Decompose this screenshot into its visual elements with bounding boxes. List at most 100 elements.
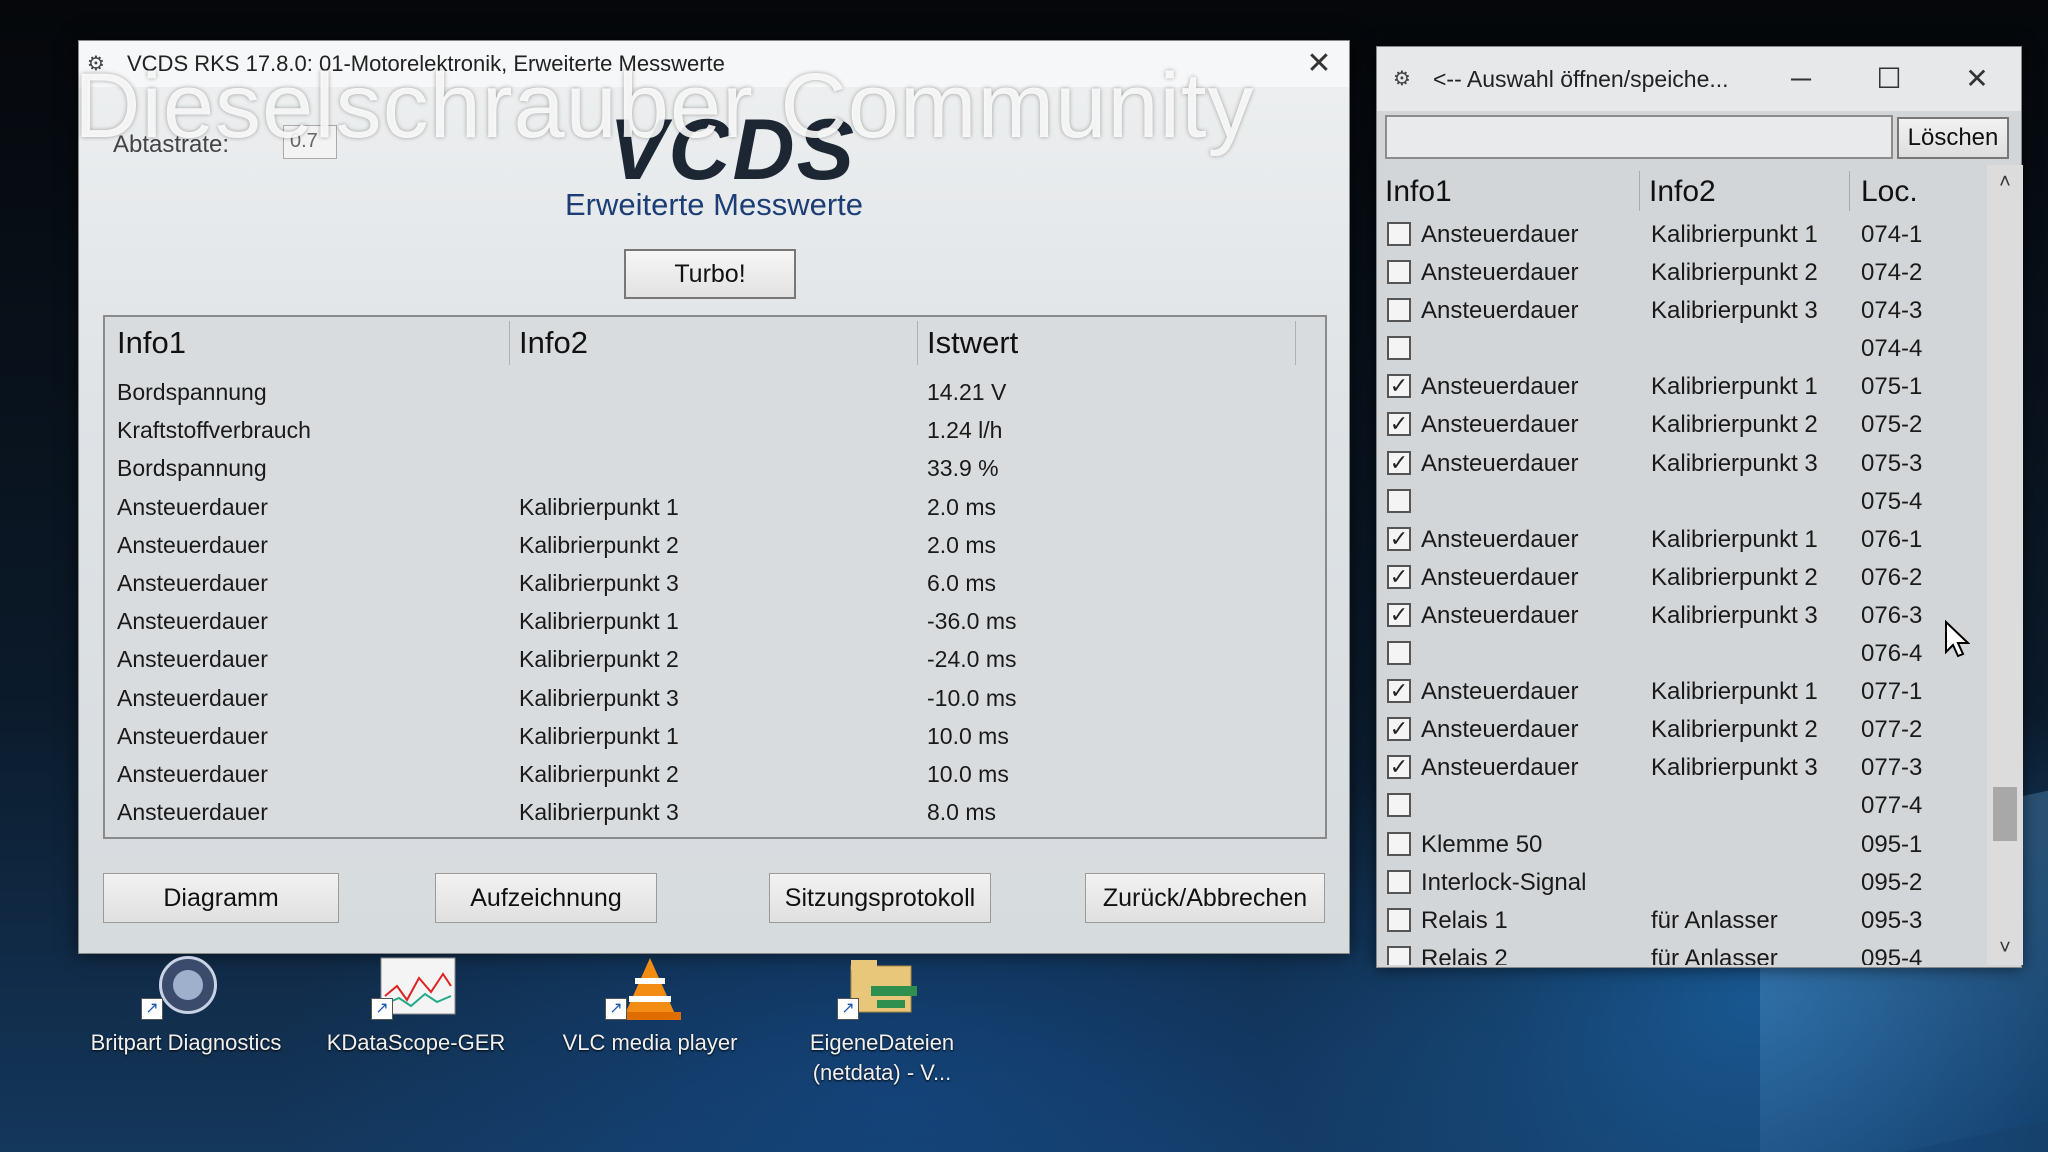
checkbox-unchecked[interactable]	[1387, 945, 1411, 965]
item-info1: Ansteuerdauer	[1421, 373, 1579, 401]
selection-window: ⚙ <-- Auswahl öffnen/speiche... ─ ☐ ✕ Lö…	[1376, 46, 2023, 968]
list-item[interactable]: ✓ Ansteuerdauer Kalibrierpunkt 2 076-2	[1377, 558, 2001, 596]
maximize-icon[interactable]: ☐	[1845, 47, 1933, 111]
chevron-down-icon[interactable]: ˅	[1987, 931, 2023, 965]
checkbox-checked[interactable]: ✓	[1387, 755, 1411, 780]
list-item[interactable]: Ansteuerdauer Kalibrierpunkt 3 074-3	[1377, 291, 2001, 329]
vertical-scrollbar[interactable]: ˄ ˅	[1987, 165, 2023, 965]
list-item[interactable]: Relais 1 für Anlasser 095-3	[1377, 901, 2001, 939]
checkbox-unchecked[interactable]	[1387, 298, 1411, 323]
column-divider[interactable]	[1639, 171, 1640, 211]
row-value: 33.9 %	[927, 455, 999, 482]
checkbox-checked[interactable]: ✓	[1387, 679, 1411, 704]
checkbox-checked[interactable]: ✓	[1387, 526, 1411, 551]
list-item[interactable]: 074-4	[1377, 329, 2001, 367]
list-item[interactable]: ✓ Ansteuerdauer Kalibrierpunkt 3 077-3	[1377, 748, 2001, 786]
table-row[interactable]: Ansteuerdauer Kalibrierpunkt 2 2.0 ms	[105, 526, 1325, 564]
list-item[interactable]: ✓ Ansteuerdauer Kalibrierpunkt 1 077-1	[1377, 672, 2001, 710]
column-divider[interactable]	[1295, 321, 1296, 365]
column-header-info1[interactable]: Info1	[1385, 175, 1452, 209]
row-info2: Kalibrierpunkt 3	[519, 799, 679, 826]
table-row[interactable]: Bordspannung 33.9 %	[105, 449, 1325, 487]
list-item[interactable]: Interlock-Signal 095-2	[1377, 863, 2001, 901]
checkbox-checked[interactable]: ✓	[1387, 450, 1411, 475]
list-item[interactable]: ✓ Ansteuerdauer Kalibrierpunkt 2 077-2	[1377, 710, 2001, 748]
title-bar[interactable]: ⚙ <-- Auswahl öffnen/speiche... ─ ☐ ✕	[1377, 47, 2021, 111]
diagram-button[interactable]: Diagramm	[103, 873, 339, 923]
checkbox-unchecked[interactable]	[1387, 222, 1411, 246]
list-item[interactable]: Klemme 50 095-1	[1377, 825, 2001, 863]
list-item[interactable]: Ansteuerdauer Kalibrierpunkt 1 074-1	[1377, 215, 2001, 253]
list-item[interactable]: ✓ Ansteuerdauer Kalibrierpunkt 3 076-3	[1377, 596, 2001, 634]
list-body: Ansteuerdauer Kalibrierpunkt 1 074-1 Ansteu…	[1377, 215, 2001, 965]
session-log-button[interactable]: Sitzungsprotokoll	[769, 873, 991, 923]
checkbox-unchecked[interactable]	[1387, 641, 1411, 666]
checkbox-checked[interactable]: ✓	[1387, 374, 1411, 399]
list-item[interactable]: 075-4	[1377, 482, 2001, 520]
checkbox-unchecked[interactable]	[1387, 907, 1411, 932]
minimize-icon[interactable]: ─	[1757, 47, 1845, 111]
table-row[interactable]: Ansteuerdauer Kalibrierpunkt 2 -24.0 ms	[105, 640, 1325, 678]
checkbox-checked[interactable]: ✓	[1387, 564, 1411, 589]
column-divider[interactable]	[509, 321, 510, 365]
item-info1: Ansteuerdauer	[1421, 678, 1579, 706]
list-item[interactable]: ✓ Ansteuerdauer Kalibrierpunkt 1 076-1	[1377, 520, 2001, 558]
item-loc: 074-3	[1861, 297, 1923, 325]
list-item[interactable]: Relais 2 für Anlasser 095-4	[1377, 939, 2001, 965]
back-cancel-button[interactable]: Zurück/Abbrechen	[1085, 873, 1325, 923]
list-item[interactable]: ✓ Ansteuerdauer Kalibrierpunkt 3 075-3	[1377, 444, 2001, 482]
list-item[interactable]: ✓ Ansteuerdauer Kalibrierpunkt 1 075-1	[1377, 367, 2001, 405]
table-row[interactable]: Ansteuerdauer Kalibrierpunkt 3 8.0 ms	[105, 793, 1325, 831]
desktop-icon-vlc[interactable]: ↗ VLC media player	[540, 956, 760, 1058]
desktop-icon-britpart[interactable]: ↗ Britpart Diagnostics	[76, 956, 296, 1058]
checkbox-unchecked[interactable]	[1387, 488, 1411, 513]
checkbox-unchecked[interactable]	[1387, 793, 1411, 818]
list-item[interactable]: 076-4	[1377, 634, 2001, 672]
checkbox-checked[interactable]: ✓	[1387, 717, 1411, 742]
item-info1: Relais 1	[1421, 906, 1508, 934]
checkbox-unchecked[interactable]	[1387, 869, 1411, 894]
list-item[interactable]: 077-4	[1377, 786, 2001, 824]
item-loc: 075-4	[1861, 487, 1923, 515]
row-info1: Ansteuerdauer	[117, 722, 268, 749]
filter-input[interactable]	[1385, 115, 1893, 159]
delete-button[interactable]: Löschen	[1897, 117, 2009, 159]
record-button[interactable]: Aufzeichnung	[435, 873, 657, 923]
table-row[interactable]: Ansteuerdauer Kalibrierpunkt 1 2.0 ms	[105, 488, 1325, 526]
column-divider[interactable]	[1849, 171, 1850, 211]
table-row[interactable]: Bordspannung 14.21 V	[105, 373, 1325, 411]
column-divider[interactable]	[917, 321, 918, 365]
checkbox-checked[interactable]: ✓	[1387, 412, 1411, 437]
checkbox-checked[interactable]: ✓	[1387, 602, 1411, 627]
item-info2: Kalibrierpunkt 1	[1651, 373, 1818, 401]
list-item[interactable]: Ansteuerdauer Kalibrierpunkt 2 074-2	[1377, 253, 2001, 291]
table-row[interactable]: Ansteuerdauer Kalibrierpunkt 1 -36.0 ms	[105, 602, 1325, 640]
column-header-value[interactable]: Istwert	[927, 325, 1018, 361]
desktop-icon-kdatascope[interactable]: ↗ KDataScope-GER	[306, 956, 526, 1058]
column-header-info2[interactable]: Info2	[519, 325, 588, 361]
item-info1: Klemme 50	[1421, 830, 1543, 858]
chevron-up-icon[interactable]: ˄	[1987, 165, 2023, 199]
column-header-loc[interactable]: Loc.	[1861, 175, 1918, 209]
checkbox-unchecked[interactable]	[1387, 336, 1411, 361]
table-row[interactable]: Kraftstoffverbrauch 1.24 l/h	[105, 411, 1325, 449]
list-header: Info1 Info2 Loc.	[1377, 165, 2001, 215]
turbo-button[interactable]: Turbo!	[624, 249, 796, 299]
list-item[interactable]: ✓ Ansteuerdauer Kalibrierpunkt 2 075-2	[1377, 405, 2001, 443]
checkbox-unchecked[interactable]	[1387, 831, 1411, 856]
table-row[interactable]: Ansteuerdauer Kalibrierpunkt 1 10.0 ms	[105, 717, 1325, 755]
item-info1: Ansteuerdauer	[1421, 297, 1579, 325]
checkbox-unchecked[interactable]	[1387, 260, 1411, 285]
item-info2: Kalibrierpunkt 3	[1651, 449, 1818, 477]
table-row[interactable]: Ansteuerdauer Kalibrierpunkt 3 -10.0 ms	[105, 679, 1325, 717]
column-header-info2[interactable]: Info2	[1649, 175, 1716, 209]
vcds-app-icon: ⚙	[1393, 68, 1411, 90]
table-row[interactable]: Ansteuerdauer Kalibrierpunkt 2 10.0 ms	[105, 755, 1325, 793]
close-icon[interactable]: ✕	[1289, 41, 1349, 87]
column-header-info1[interactable]: Info1	[117, 325, 186, 361]
row-info1: Ansteuerdauer	[117, 646, 268, 673]
scrollbar-thumb[interactable]	[1993, 787, 2017, 841]
desktop-icon-eigenedateien[interactable]: ↗ EigeneDateien (netdata) - V...	[772, 956, 992, 1088]
close-icon[interactable]: ✕	[1933, 47, 2021, 111]
table-row[interactable]: Ansteuerdauer Kalibrierpunkt 3 6.0 ms	[105, 564, 1325, 602]
